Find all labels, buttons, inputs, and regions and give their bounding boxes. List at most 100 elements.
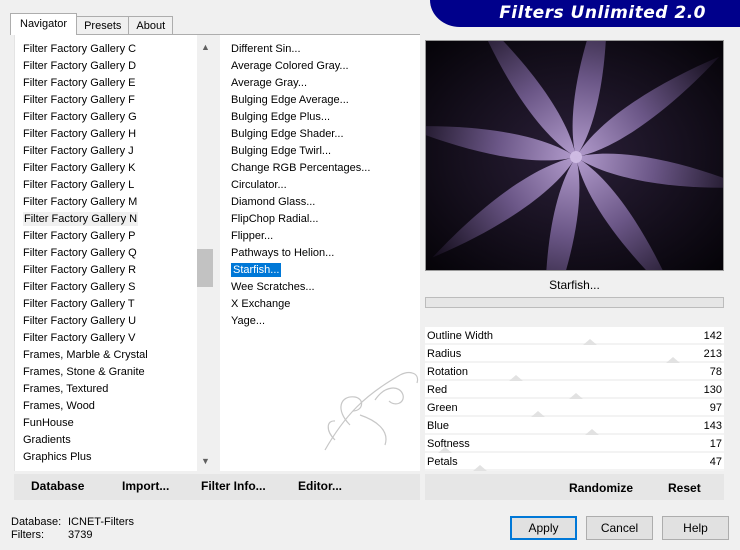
help-button[interactable]: Help xyxy=(662,516,729,540)
filter-item[interactable]: Bulging Edge Twirl... xyxy=(220,143,420,160)
filter-item[interactable]: Average Colored Gray... xyxy=(220,58,420,75)
param-row[interactable]: Rotation 78 xyxy=(425,363,724,381)
tab-about[interactable]: About xyxy=(128,16,174,35)
filter-info-button[interactable]: Filter Info... xyxy=(201,479,266,493)
filter-item[interactable]: Circulator... xyxy=(220,177,420,194)
category-item[interactable]: Filter Factory Gallery C xyxy=(15,41,214,58)
category-item[interactable]: Frames, Stone & Granite xyxy=(15,364,214,381)
filter-item-label: Average Colored Gray... xyxy=(231,60,349,72)
param-name: Radius xyxy=(427,348,462,360)
filter-item[interactable]: Change RGB Percentages... xyxy=(220,160,420,177)
category-item[interactable]: Filter Factory Gallery D xyxy=(15,58,214,75)
filter-item-label: X Exchange xyxy=(231,298,291,310)
category-item-label: Filter Factory Gallery Q xyxy=(23,247,137,259)
param-name: Green xyxy=(427,402,458,414)
category-item[interactable]: Frames, Marble & Crystal xyxy=(15,347,214,364)
category-item[interactable]: Filter Factory Gallery T xyxy=(15,296,214,313)
category-list[interactable]: Filter Factory Gallery C Filter Factory G… xyxy=(14,35,214,471)
category-item[interactable]: FunHouse xyxy=(15,415,214,432)
category-item-label: Filter Factory Gallery M xyxy=(23,196,138,208)
category-item[interactable]: Filter Factory Gallery P xyxy=(15,228,214,245)
param-row[interactable]: Petals 47 xyxy=(425,453,724,471)
category-item[interactable]: Filter Factory Gallery H xyxy=(15,126,214,143)
category-item-label: Filter Factory Gallery F xyxy=(23,94,135,106)
filter-item[interactable]: FlipChop Radial... xyxy=(220,211,420,228)
category-item-label: Frames, Marble & Crystal xyxy=(23,349,148,361)
filter-item[interactable]: Starfish... xyxy=(220,262,420,279)
param-slider-track[interactable] xyxy=(425,469,724,471)
filter-items: Different Sin... Average Colored Gray... A… xyxy=(220,41,420,330)
category-item-label: Filter Factory Gallery R xyxy=(23,264,137,276)
category-item-label: Frames, Stone & Granite xyxy=(23,366,145,378)
param-row[interactable]: Red 130 xyxy=(425,381,724,399)
parameter-button-bar: Randomize Reset xyxy=(425,474,724,500)
param-row[interactable]: Radius 213 xyxy=(425,345,724,363)
param-value: 47 xyxy=(709,456,722,468)
param-row[interactable]: Softness 17 xyxy=(425,435,724,453)
chevron-up-icon[interactable]: ▲ xyxy=(197,38,214,55)
filter-item[interactable]: Different Sin... xyxy=(220,41,420,58)
param-row[interactable]: Outline Width 142 xyxy=(425,327,724,345)
param-row[interactable]: Blue 143 xyxy=(425,417,724,435)
editor-button[interactable]: Editor... xyxy=(298,479,342,493)
filter-item[interactable]: Bulging Edge Average... xyxy=(220,92,420,109)
filter-item-label: Wee Scratches... xyxy=(231,281,315,293)
category-item[interactable]: Gradients xyxy=(15,432,214,449)
param-row[interactable]: Green 97 xyxy=(425,399,724,417)
chevron-down-icon[interactable]: ▼ xyxy=(197,452,214,469)
database-button[interactable]: Database xyxy=(31,479,84,493)
category-item[interactable]: Filter Factory Gallery N xyxy=(15,211,214,228)
filter-item-label: Starfish... xyxy=(231,263,282,277)
category-item[interactable]: Graphics Plus xyxy=(15,449,214,466)
tab-presets[interactable]: Presets xyxy=(76,16,130,35)
category-item[interactable]: Filter Factory Gallery K xyxy=(15,160,214,177)
current-filter-name: Starfish... xyxy=(549,278,600,292)
category-items: Filter Factory Gallery C Filter Factory G… xyxy=(15,41,214,466)
tab-navigator[interactable]: Navigator xyxy=(10,13,78,35)
param-slider-thumb[interactable] xyxy=(473,465,487,471)
filter-item-label: Bulging Edge Shader... xyxy=(231,128,344,140)
category-item-label: Filter Factory Gallery V xyxy=(23,332,136,344)
category-item[interactable]: Filter Factory Gallery R xyxy=(15,262,214,279)
param-value: 142 xyxy=(703,330,722,342)
param-name: Red xyxy=(427,384,448,396)
category-item-label: Filter Factory Gallery H xyxy=(23,128,137,140)
filter-preview xyxy=(425,40,724,271)
randomize-button[interactable]: Randomize xyxy=(569,481,633,495)
filter-list[interactable]: Different Sin... Average Colored Gray... A… xyxy=(220,35,420,471)
param-name: Outline Width xyxy=(427,330,494,342)
filter-item[interactable]: X Exchange xyxy=(220,296,420,313)
category-item[interactable]: Frames, Textured xyxy=(15,381,214,398)
reset-button[interactable]: Reset xyxy=(668,481,701,495)
tab-strip: Navigator Presets About xyxy=(10,13,174,35)
filter-item[interactable]: Wee Scratches... xyxy=(220,279,420,296)
filter-item[interactable]: Diamond Glass... xyxy=(220,194,420,211)
filter-item[interactable]: Average Gray... xyxy=(220,75,420,92)
category-item-label: Filter Factory Gallery D xyxy=(23,60,137,72)
category-item[interactable]: Filter Factory Gallery E xyxy=(15,75,214,92)
category-item-label: Frames, Textured xyxy=(23,383,109,395)
category-item[interactable]: Filter Factory Gallery V xyxy=(15,330,214,347)
filter-item-label: Pathways to Helion... xyxy=(231,247,335,259)
filter-item[interactable]: Yage... xyxy=(220,313,420,330)
category-item[interactable]: Filter Factory Gallery M xyxy=(15,194,214,211)
database-value: ICNET-Filters xyxy=(68,516,134,528)
import-button[interactable]: Import... xyxy=(122,479,169,493)
category-item[interactable]: Filter Factory Gallery L xyxy=(15,177,214,194)
cancel-button[interactable]: Cancel xyxy=(586,516,653,540)
filter-item[interactable]: Pathways to Helion... xyxy=(220,245,420,262)
category-item-label: Graphics Plus xyxy=(23,451,92,463)
category-item[interactable]: Filter Factory Gallery Q xyxy=(15,245,214,262)
apply-button[interactable]: Apply xyxy=(510,516,577,540)
filter-item[interactable]: Bulging Edge Shader... xyxy=(220,126,420,143)
filter-item[interactable]: Bulging Edge Plus... xyxy=(220,109,420,126)
category-item[interactable]: Filter Factory Gallery F xyxy=(15,92,214,109)
category-item[interactable]: Filter Factory Gallery J xyxy=(15,143,214,160)
category-item[interactable]: Filter Factory Gallery U xyxy=(15,313,214,330)
category-scrollbar[interactable]: ▲ ▼ xyxy=(197,35,214,471)
category-item[interactable]: Filter Factory Gallery S xyxy=(15,279,214,296)
category-scroll-thumb[interactable] xyxy=(197,249,213,287)
category-item[interactable]: Filter Factory Gallery G xyxy=(15,109,214,126)
category-item[interactable]: Frames, Wood xyxy=(15,398,214,415)
filter-item[interactable]: Flipper... xyxy=(220,228,420,245)
